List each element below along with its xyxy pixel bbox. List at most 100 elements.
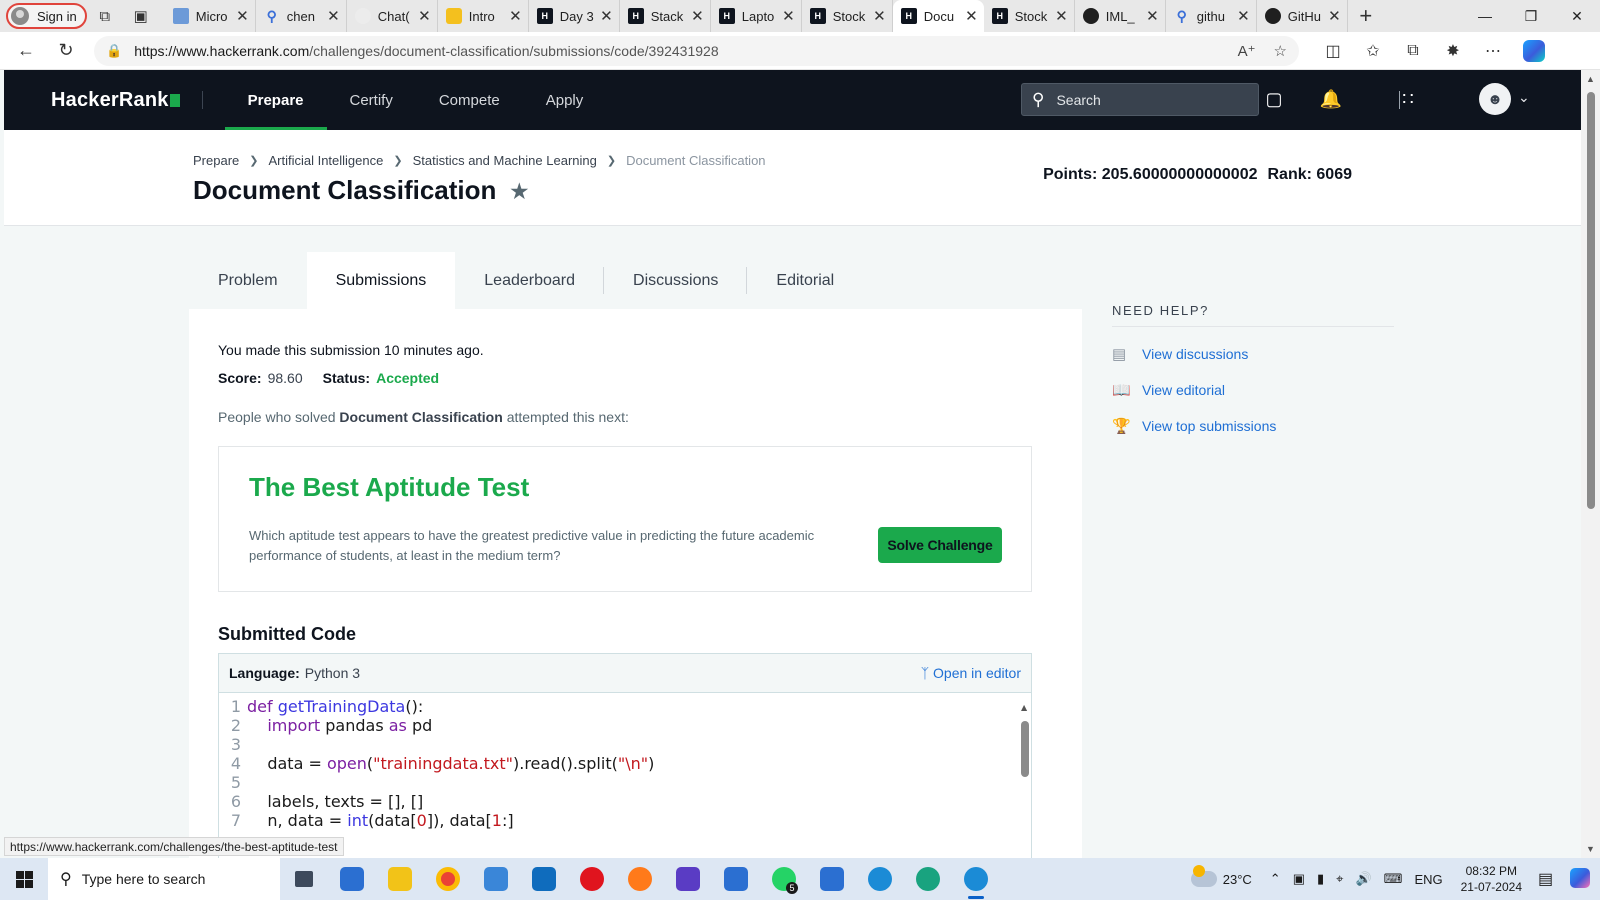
code-scrollbar[interactable]: ▲ [1021,703,1029,868]
store-icon[interactable] [472,858,520,900]
taskbar-app-icon[interactable] [808,858,856,900]
taskbar-search[interactable]: ⚲ Type here to search [48,858,280,900]
profile-signin-button[interactable]: Sign in [6,3,87,29]
search-input[interactable]: ⚲ Search [1021,83,1259,116]
browser-tab[interactable]: GitHu ✕ [1257,0,1348,32]
tab-leaderboard[interactable]: Leaderboard [455,252,605,309]
close-tab-icon[interactable]: ✕ [1146,7,1159,25]
start-button[interactable] [0,858,48,900]
edge-active-icon[interactable] [952,858,1000,900]
bookmark-star-icon[interactable]: ★ [509,178,530,205]
user-avatar[interactable]: ☻ [1479,83,1511,115]
browser-tab[interactable]: Stock ✕ [802,0,893,32]
close-window-icon[interactable]: ✕ [1554,8,1600,25]
taskbar-app-icon[interactable] [712,858,760,900]
browser-tab[interactable]: Docu ✕ [892,0,984,32]
close-tab-icon[interactable]: ✕ [327,7,340,25]
file-explorer-icon[interactable] [376,858,424,900]
copilot-taskbar-icon[interactable] [1570,867,1590,891]
close-tab-icon[interactable]: ✕ [1328,7,1341,25]
back-arrow-icon[interactable]: ← [6,35,46,67]
browser-tab[interactable]: ⚲ chen ✕ [256,0,347,32]
tab-discussions[interactable]: Discussions [604,252,748,309]
read-aloud-icon[interactable]: A⁺ [1238,42,1256,60]
breadcrumb-stats-ml[interactable]: Statistics and Machine Learning [413,153,597,168]
notifications-icon[interactable]: ▤ [1538,869,1570,889]
more-menu-icon[interactable]: ⋯ [1473,41,1513,61]
view-discussions-link[interactable]: ▤ View discussions [1112,345,1394,363]
breadcrumb-ai[interactable]: Artificial Intelligence [268,153,383,168]
browser-tab[interactable]: Intro ✕ [438,0,529,32]
breadcrumb-prepare[interactable]: Prepare [193,153,239,168]
collections-icon[interactable]: ⧉ [1393,42,1433,60]
browser-tab[interactable]: IML_ ✕ [1075,0,1166,32]
lock-icon[interactable]: 🔒 [106,43,122,59]
wifi-icon[interactable]: ⌖ [1336,871,1343,887]
whatsapp-icon[interactable]: 5 [760,858,808,900]
close-tab-icon[interactable]: ✕ [1055,7,1068,25]
split-screen-icon[interactable]: ◫ [1313,41,1353,61]
messages-icon[interactable]: ▢ [1261,86,1287,112]
favorite-star-icon[interactable]: ☆ [1274,42,1287,60]
minimize-icon[interactable]: — [1462,8,1508,25]
page-scrollbar[interactable]: ▲ ▼ [1581,70,1600,858]
nav-prepare[interactable]: Prepare [224,70,327,130]
tab-submissions[interactable]: Submissions [306,252,456,309]
browser-tab[interactable]: Stock ✕ [984,0,1075,32]
edge-icon[interactable] [904,858,952,900]
apps-grid-icon[interactable]: ∷ [1395,86,1421,112]
close-tab-icon[interactable]: ✕ [509,7,522,25]
hackerrank-logo[interactable]: HackerRank [51,89,180,112]
edge-icon[interactable] [856,858,904,900]
nav-compete[interactable]: Compete [416,70,523,130]
taskbar-app-icon[interactable] [328,858,376,900]
refresh-icon[interactable]: ↻ [46,35,86,67]
nav-apply[interactable]: Apply [523,70,607,130]
solve-challenge-button[interactable]: Solve Challenge [878,527,1002,563]
browser-tab[interactable]: Lapto ✕ [711,0,802,32]
open-in-editor-link[interactable]: ᛉ Open in editor [921,665,1021,681]
view-editorial-link[interactable]: 📖 View editorial [1112,381,1394,399]
extensions-icon[interactable]: ✸ [1433,41,1473,61]
workspaces-icon[interactable]: ⧉ [87,2,123,30]
chrome-icon[interactable] [424,858,472,900]
browser-tab[interactable]: Micro ✕ [165,0,256,32]
chevron-up-icon[interactable]: ⌃ [1270,871,1281,887]
battery-icon[interactable]: ▮ [1317,871,1324,887]
copilot-icon[interactable] [1523,39,1545,62]
taskbar-app-icon[interactable] [664,858,712,900]
close-tab-icon[interactable]: ✕ [418,7,431,25]
favorites-icon[interactable]: ✩ [1353,41,1393,61]
firefox-icon[interactable] [616,858,664,900]
tab-problem[interactable]: Problem [189,252,307,309]
new-tab-button[interactable]: + [1348,2,1384,30]
opera-icon[interactable] [568,858,616,900]
close-tab-icon[interactable]: ✕ [600,7,613,25]
view-top-submissions-link[interactable]: 🏆 View top submissions [1112,417,1394,435]
browser-tab[interactable]: Chat(✕ [347,0,438,32]
volume-icon[interactable]: 🔊 [1355,871,1371,887]
browser-tab[interactable]: Day 3 ✕ [529,0,620,32]
url-field[interactable]: 🔒 https://www.hackerrank.com/challenges/… [94,35,1299,66]
notifications-bell-icon[interactable]: 🔔 [1318,86,1344,112]
close-tab-icon[interactable]: ✕ [1237,7,1250,25]
clock[interactable]: 08:32 PM 21-07-2024 [1461,863,1522,895]
mail-icon[interactable] [520,858,568,900]
close-tab-icon[interactable]: ✕ [873,7,886,25]
meet-icon[interactable]: ▣ [1293,871,1305,887]
nav-certify[interactable]: Certify [327,70,416,130]
close-tab-icon[interactable]: ✕ [691,7,704,25]
chevron-down-icon[interactable]: ⌄ [1518,89,1530,106]
tab-actions-icon[interactable]: ▣ [123,2,159,30]
close-tab-icon[interactable]: ✕ [782,7,795,25]
recommended-challenge-title[interactable]: The Best Aptitude Test [249,472,529,503]
restore-icon[interactable]: ❐ [1508,8,1554,25]
close-tab-icon[interactable]: ✕ [965,7,978,25]
keyboard-icon[interactable]: ⌨ [1384,871,1403,887]
weather-widget[interactable]: 23°C [1190,865,1252,887]
browser-tab[interactable]: Stack ✕ [620,0,711,32]
language-indicator[interactable]: ENG [1414,872,1442,887]
browser-tab[interactable]: ⚲ githu ✕ [1166,0,1257,32]
tab-editorial[interactable]: Editorial [747,252,863,309]
close-tab-icon[interactable]: ✕ [236,7,249,25]
